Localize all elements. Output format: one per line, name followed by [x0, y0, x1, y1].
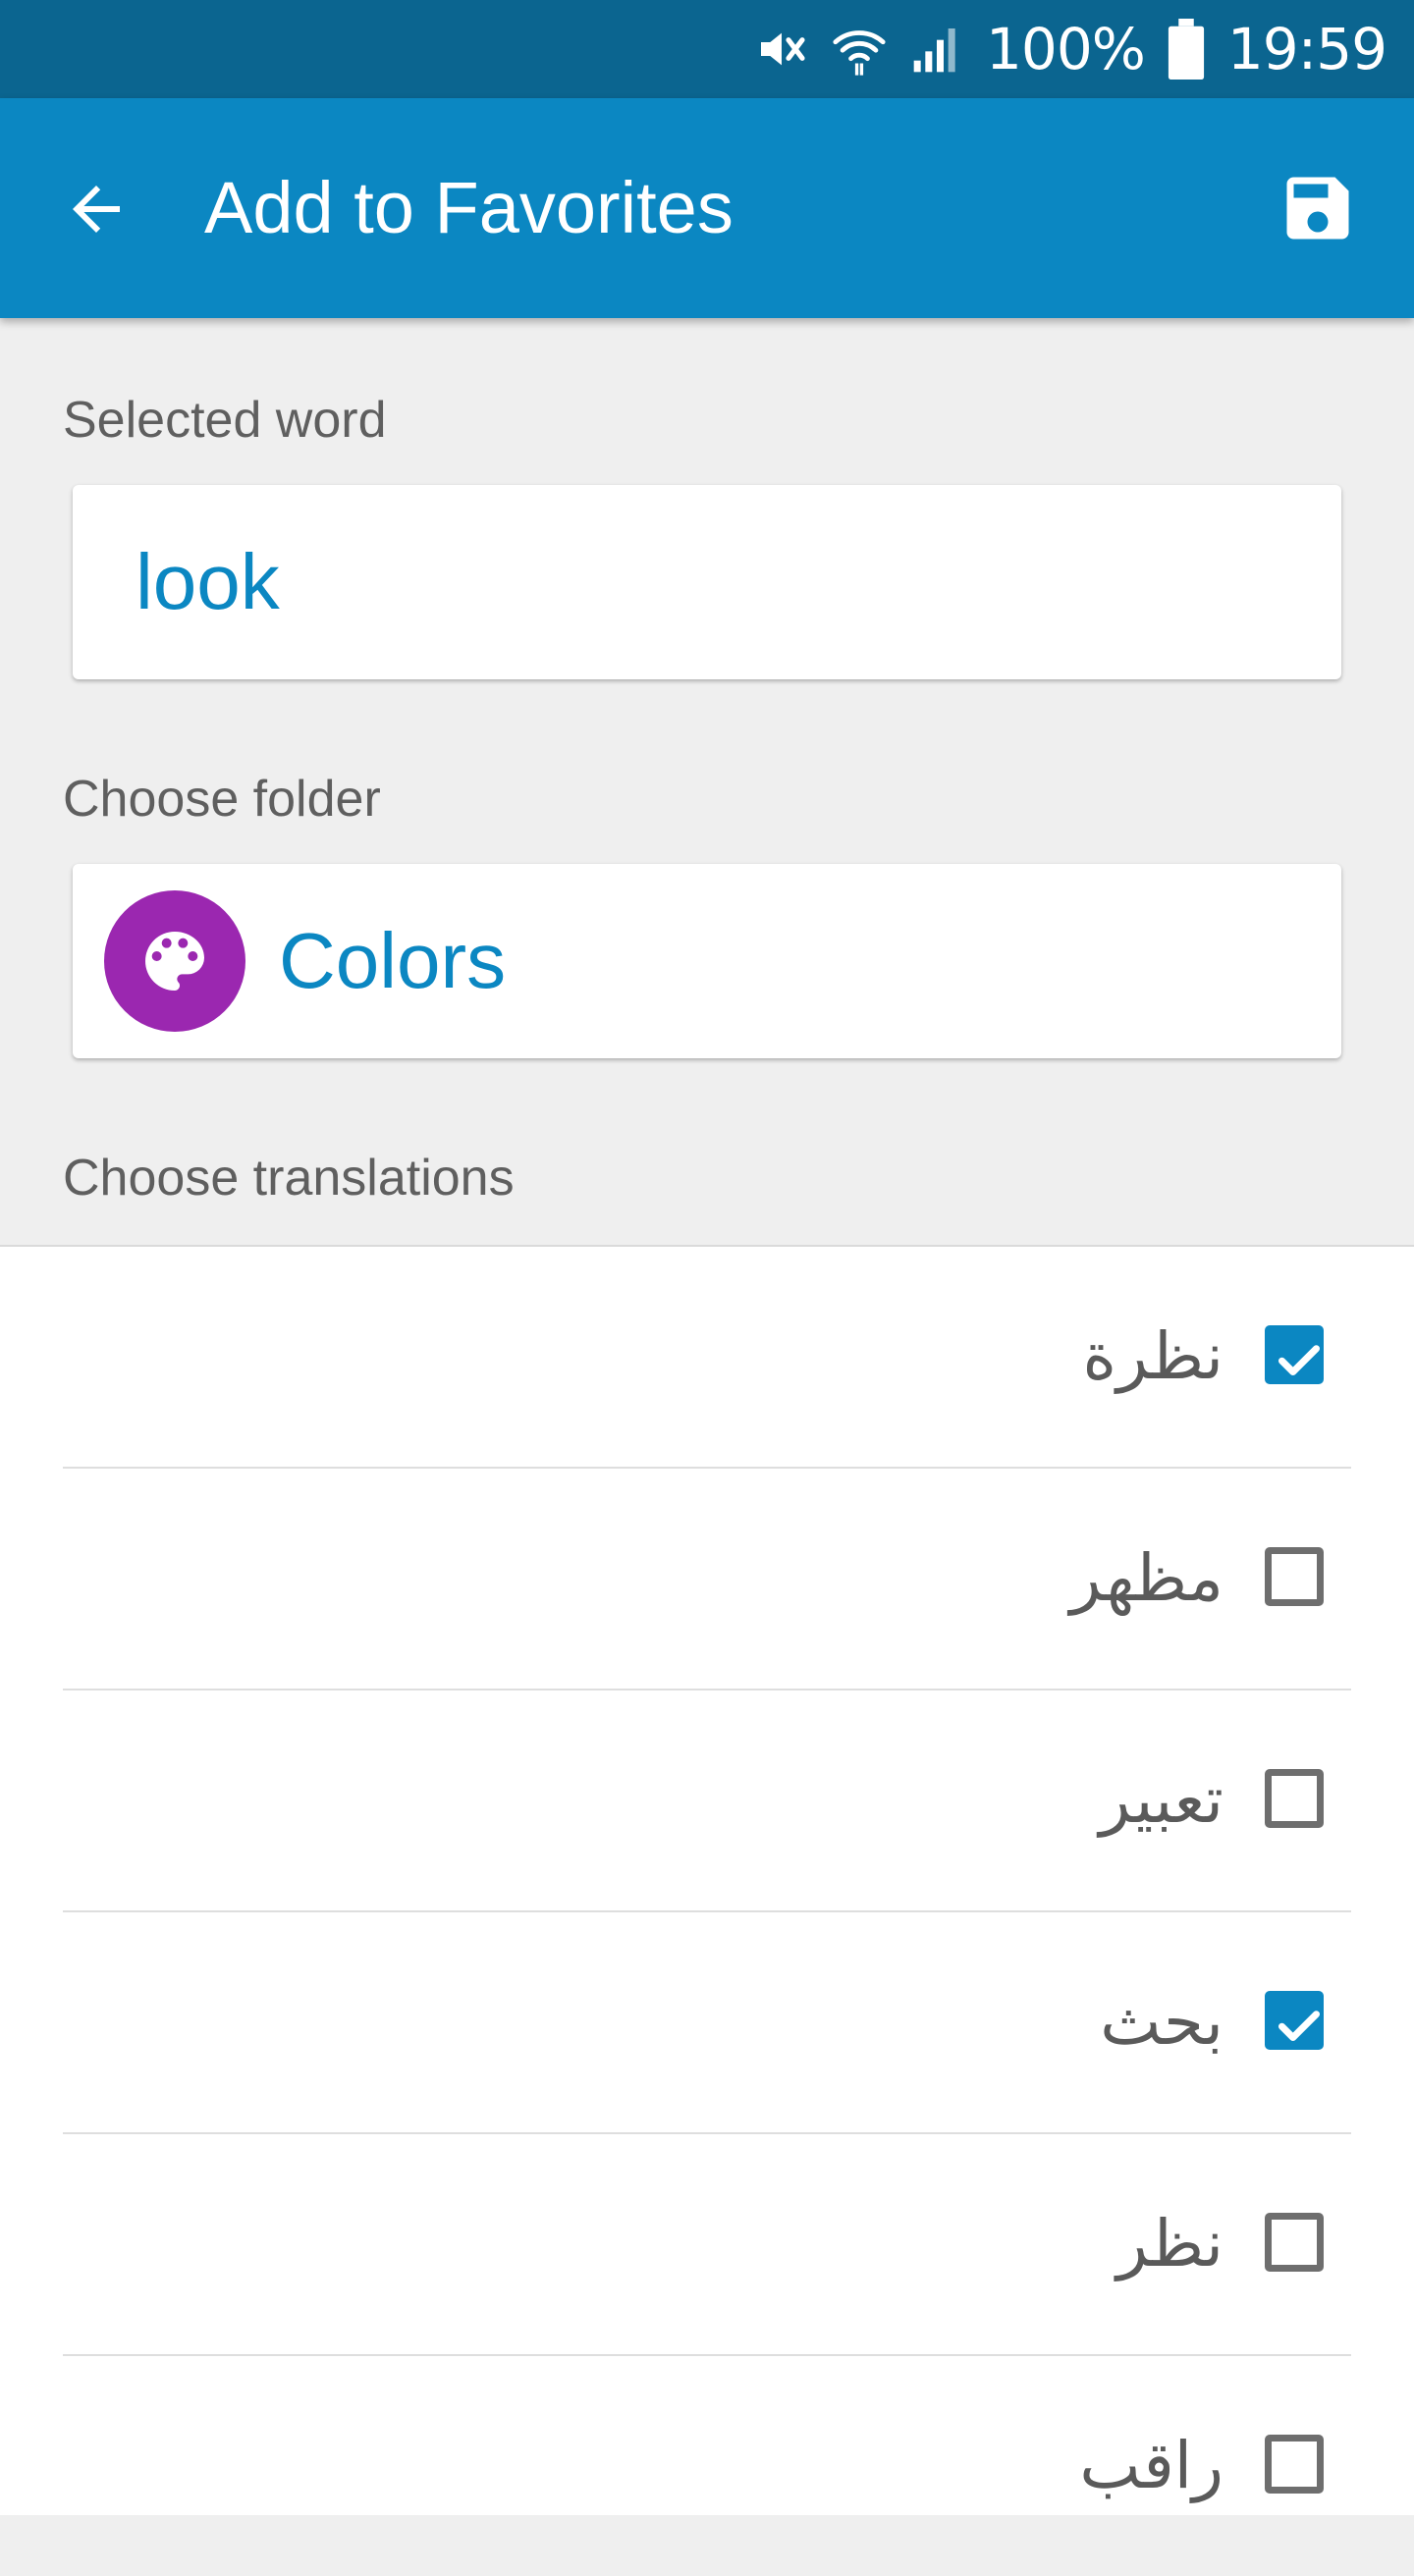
translations-list: نظرة مظهر تعبير بحث نظر راقب [0, 1245, 1414, 2515]
translation-label: نظرة [1082, 1318, 1224, 1394]
selected-word-card [73, 485, 1341, 679]
selected-word-input[interactable] [136, 485, 1216, 679]
translation-checkbox[interactable] [1265, 1991, 1324, 2050]
wifi-icon [831, 21, 888, 78]
app-bar: Add to Favorites [0, 98, 1414, 318]
folder-avatar [104, 890, 245, 1032]
choose-folder-label: Choose folder [63, 771, 381, 828]
folder-selector[interactable]: Colors [73, 864, 1341, 1058]
translation-label: تعبير [1099, 1762, 1224, 1838]
translation-row[interactable]: نظر [63, 2134, 1351, 2356]
translation-label: نظر [1116, 2206, 1224, 2281]
translation-label: بحث [1100, 1984, 1224, 2060]
check-icon [1278, 2011, 1320, 2041]
back-button[interactable] [49, 162, 143, 256]
save-button[interactable] [1271, 161, 1365, 255]
check-icon [1278, 1345, 1320, 1375]
translation-row[interactable]: مظهر [63, 1469, 1351, 1690]
translation-checkbox[interactable] [1265, 1769, 1324, 1828]
status-icons: 100% 19:59 [754, 0, 1387, 98]
translation-row[interactable]: تعبير [63, 1690, 1351, 1912]
choose-translations-label: Choose translations [63, 1150, 515, 1207]
translation-row[interactable]: نظرة [63, 1247, 1351, 1469]
selected-word-label: Selected word [63, 392, 387, 449]
arrow-back-icon [73, 186, 120, 233]
translation-row[interactable]: راقب [63, 2356, 1351, 2576]
folder-name: Colors [279, 917, 507, 1004]
save-icon [1286, 177, 1349, 240]
signal-icon [909, 22, 964, 77]
translation-label: مظهر [1069, 1540, 1224, 1616]
battery-icon [1167, 19, 1206, 80]
translation-checkbox[interactable] [1265, 2435, 1324, 2494]
translation-checkbox[interactable] [1265, 2213, 1324, 2272]
translation-checkbox[interactable] [1265, 1547, 1324, 1606]
mute-icon [754, 22, 809, 77]
battery-percent: 100% [986, 16, 1146, 82]
translation-checkbox[interactable] [1265, 1325, 1324, 1384]
clock: 19:59 [1226, 16, 1387, 82]
status-bar: 100% 19:59 [0, 0, 1414, 98]
page-title: Add to Favorites [204, 167, 734, 248]
translation-label: راقب [1079, 2428, 1224, 2503]
translation-row[interactable]: بحث [63, 1912, 1351, 2134]
palette-icon [145, 932, 204, 991]
